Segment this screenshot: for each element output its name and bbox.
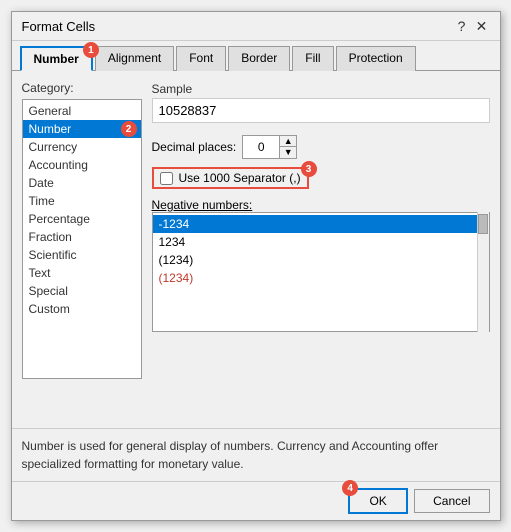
negative-item-0[interactable]: -1234 <box>153 215 489 233</box>
footer: OK 4 Cancel <box>12 481 500 520</box>
category-list: General Number 2 Currency Accounting Dat… <box>22 99 142 379</box>
category-item-number[interactable]: Number 2 <box>23 120 141 138</box>
sample-label: Sample <box>152 82 193 96</box>
title-bar: Format Cells ? ✕ <box>12 12 500 41</box>
tab-protection-label: Protection <box>349 51 403 65</box>
category-item-currency[interactable]: Currency <box>23 138 141 156</box>
spin-down-button[interactable]: ▼ <box>280 147 296 158</box>
right-panel: Sample 10528837 Decimal places: 0 ▲ ▼ Us… <box>152 81 490 418</box>
tab-fill[interactable]: Fill <box>292 46 333 71</box>
category-label: Category: <box>22 81 142 95</box>
category-item-text[interactable]: Text <box>23 264 141 282</box>
left-panel: Category: General Number 2 Currency Acco… <box>22 81 142 418</box>
tab-alignment-label: Alignment <box>108 51 161 65</box>
tab-border[interactable]: Border <box>228 46 290 71</box>
sample-section: Sample 10528837 <box>152 81 490 123</box>
separator-label[interactable]: Use 1000 Separator (,) <box>179 171 301 185</box>
cancel-button[interactable]: Cancel <box>414 489 489 513</box>
category-badge: 2 <box>121 121 137 137</box>
category-item-fraction[interactable]: Fraction <box>23 228 141 246</box>
category-item-custom[interactable]: Custom <box>23 300 141 318</box>
close-button[interactable]: ✕ <box>474 18 490 34</box>
category-item-accounting[interactable]: Accounting <box>23 156 141 174</box>
ok-button[interactable]: OK <box>348 488 408 514</box>
decimal-label: Decimal places: <box>152 140 237 154</box>
sample-value: 10528837 <box>152 98 490 123</box>
main-content: Category: General Number 2 Currency Acco… <box>12 71 500 428</box>
category-item-special[interactable]: Special <box>23 282 141 300</box>
tab-number-label: Number <box>34 52 79 66</box>
spinner-buttons: ▲ ▼ <box>279 136 296 158</box>
decimal-row: Decimal places: 0 ▲ ▼ <box>152 135 490 159</box>
tab-border-label: Border <box>241 51 277 65</box>
separator-row: Use 1000 Separator (,) 3 <box>152 167 309 189</box>
decimal-input[interactable]: 0 <box>243 138 279 156</box>
dialog-title: Format Cells <box>22 19 96 34</box>
separator-badge: 3 <box>301 161 317 177</box>
spin-up-button[interactable]: ▲ <box>280 136 296 147</box>
decimal-spinner: 0 ▲ ▼ <box>242 135 297 159</box>
format-cells-dialog: Format Cells ? ✕ Number 1 Alignment Font… <box>11 11 501 521</box>
negative-item-1[interactable]: 1234 <box>153 233 489 251</box>
negative-section: Negative numbers: -1234 1234 (1234) (123… <box>152 197 490 332</box>
negative-label: Negative numbers: <box>152 198 253 212</box>
tab-number[interactable]: Number 1 <box>20 46 93 71</box>
tabs-bar: Number 1 Alignment Font Border Fill Prot… <box>12 41 500 71</box>
tab-alignment[interactable]: Alignment <box>95 46 174 71</box>
category-item-time[interactable]: Time <box>23 192 141 210</box>
title-bar-controls: ? ✕ <box>454 18 490 34</box>
negative-item-3[interactable]: (1234) <box>153 269 489 287</box>
negative-list: -1234 1234 (1234) (1234) <box>152 212 490 332</box>
category-item-date[interactable]: Date <box>23 174 141 192</box>
separator-checkbox[interactable] <box>160 172 173 185</box>
category-item-general[interactable]: General <box>23 102 141 120</box>
help-button[interactable]: ? <box>454 18 470 34</box>
tab-protection[interactable]: Protection <box>336 46 416 71</box>
category-item-percentage[interactable]: Percentage <box>23 210 141 228</box>
tab-font-label: Font <box>189 51 213 65</box>
negative-item-2[interactable]: (1234) <box>153 251 489 269</box>
description-text: Number is used for general display of nu… <box>12 428 500 481</box>
tab-badge: 1 <box>83 42 99 58</box>
tab-fill-label: Fill <box>305 51 320 65</box>
tab-font[interactable]: Font <box>176 46 226 71</box>
scrollbar[interactable] <box>477 212 489 332</box>
category-item-scientific[interactable]: Scientific <box>23 246 141 264</box>
